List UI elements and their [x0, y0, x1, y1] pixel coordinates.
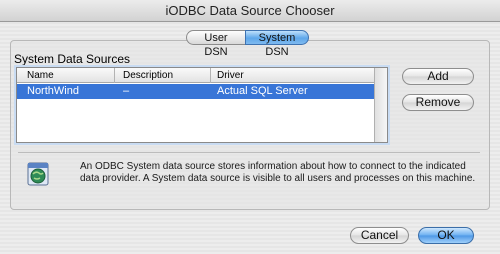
tab-system-dsn[interactable]: System DSN: [245, 30, 309, 58]
data-sources-table: Name Description Driver NorthWind – Actu…: [16, 67, 388, 143]
tab-user-dsn[interactable]: User DSN: [186, 30, 245, 58]
cell-description: –: [123, 85, 130, 97]
column-header-name[interactable]: Name: [17, 68, 115, 83]
add-button[interactable]: Add: [402, 68, 474, 85]
column-header-description[interactable]: Description: [115, 68, 211, 83]
group-title: System Data Sources: [14, 52, 131, 66]
globe-database-icon: [24, 160, 52, 188]
ok-button[interactable]: OK: [418, 227, 474, 244]
table-row[interactable]: NorthWind – Actual SQL Server: [17, 84, 375, 99]
table-scrollbar[interactable]: [374, 68, 387, 142]
info-description: An ODBC System data source stores inform…: [80, 161, 476, 184]
window-title: iODBC Data Source Chooser: [0, 0, 500, 22]
dialog-window: iODBC Data Source Chooser User DSN Syste…: [0, 0, 500, 254]
cell-name: NorthWind: [27, 85, 79, 97]
dsn-tab-bar: User DSN System DSN: [186, 30, 309, 58]
cancel-button[interactable]: Cancel: [350, 227, 409, 244]
column-header-driver[interactable]: Driver: [211, 68, 375, 83]
remove-button[interactable]: Remove: [402, 94, 474, 111]
table-header: Name Description Driver: [17, 68, 375, 83]
cell-driver: Actual SQL Server: [217, 85, 308, 97]
